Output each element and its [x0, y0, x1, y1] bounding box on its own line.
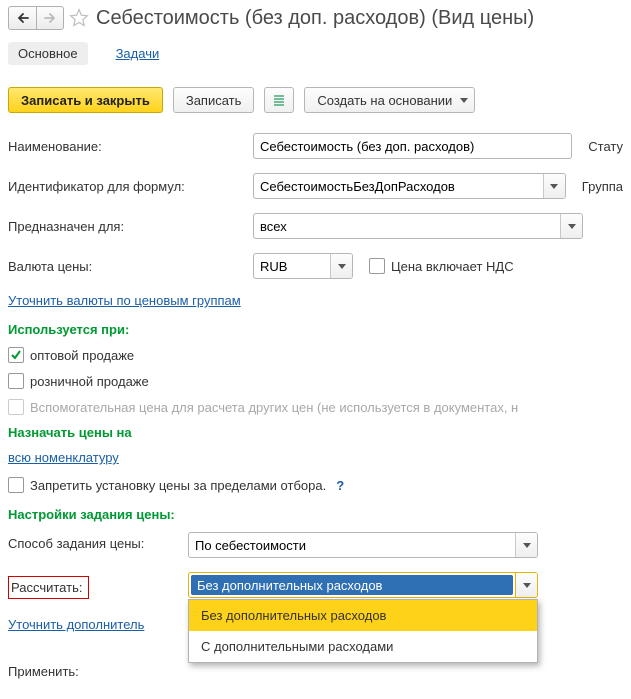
all-nomenclature-link[interactable]: всю номенклатуру	[8, 450, 119, 465]
calc-selected-value: Без дополнительных расходов	[191, 575, 513, 595]
nav-forward-button[interactable]	[36, 6, 64, 30]
used-when-header: Используется при:	[8, 322, 623, 337]
refine-additional-link-wrap: Уточнить дополнитель	[8, 613, 188, 632]
refine-additional-link[interactable]: Уточнить дополнитель	[8, 617, 144, 632]
create-based-label: Создать на основании	[317, 93, 452, 108]
method-dropdown[interactable]	[515, 533, 537, 557]
currency-label: Валюта цены:	[8, 259, 253, 274]
retail-label: розничной продаже	[30, 374, 149, 389]
for-label: Предназначен для:	[8, 219, 253, 234]
create-based-button[interactable]: Создать на основании	[304, 87, 475, 113]
currency-input[interactable]	[254, 254, 330, 278]
aux-label: Вспомогательная цена для расчета других …	[30, 400, 518, 415]
calc-dropdown-toggle[interactable]	[515, 573, 537, 597]
calc-label-highlighted: Рассчитать:	[8, 576, 89, 599]
method-input[interactable]	[189, 533, 515, 557]
formula-id-input[interactable]	[254, 174, 543, 198]
star-icon	[69, 8, 89, 28]
for-input[interactable]	[254, 214, 560, 238]
forbid-checkbox[interactable]	[8, 477, 24, 493]
chevron-down-icon	[460, 98, 468, 103]
help-icon[interactable]: ?	[336, 478, 344, 493]
wholesale-label: оптовой продаже	[30, 348, 134, 363]
vat-label: Цена включает НДС	[391, 259, 514, 274]
currency-dropdown[interactable]	[330, 254, 352, 278]
list-icon	[273, 94, 285, 106]
list-icon-button[interactable]	[264, 87, 294, 113]
chevron-down-icon	[523, 543, 531, 548]
wholesale-checkbox[interactable]	[8, 347, 24, 363]
name-label: Наименование:	[8, 139, 253, 154]
forbid-label: Запретить установку цены за пределами от…	[30, 478, 326, 493]
calc-dropdown-list: Без дополнительных расходов С дополнител…	[188, 599, 538, 663]
calc-label: Рассчитать:	[8, 572, 188, 599]
assign-header: Назначать цены на	[8, 425, 623, 440]
favorite-star-button[interactable]	[68, 7, 90, 29]
chevron-down-icon	[550, 184, 558, 189]
method-label: Способ задания цены:	[8, 532, 188, 551]
calc-option-with-extra[interactable]: С дополнительными расходами	[189, 631, 537, 662]
arrow-left-icon	[17, 13, 29, 23]
retail-checkbox[interactable]	[8, 373, 24, 389]
aux-checkbox	[8, 399, 24, 415]
formula-id-dropdown[interactable]	[543, 174, 565, 198]
nav-back-button[interactable]	[8, 6, 36, 30]
for-dropdown[interactable]	[560, 214, 582, 238]
tab-main[interactable]: Основное	[8, 42, 88, 65]
calc-select[interactable]: Без дополнительных расходов	[188, 572, 538, 598]
status-label: Стату	[588, 139, 623, 154]
chevron-down-icon	[568, 224, 576, 229]
vat-checkbox[interactable]	[369, 258, 385, 274]
formula-id-label: Идентификатор для формул:	[8, 179, 253, 194]
tab-tasks[interactable]: Задачи	[106, 42, 170, 65]
apply-label: Применить:	[8, 660, 188, 679]
name-input[interactable]	[254, 134, 571, 158]
chevron-down-icon	[523, 583, 531, 588]
refine-currencies-link[interactable]: Уточнить валюты по ценовым группам	[8, 293, 241, 308]
page-title: Себестоимость (без доп. расходов) (Вид ц…	[96, 7, 534, 30]
settings-header: Настройки задания цены:	[8, 507, 623, 522]
arrow-right-icon	[44, 13, 56, 23]
save-close-button[interactable]: Записать и закрыть	[8, 87, 163, 113]
chevron-down-icon	[338, 264, 346, 269]
save-button[interactable]: Записать	[173, 87, 255, 113]
calc-option-no-extra[interactable]: Без дополнительных расходов	[189, 600, 537, 631]
group-label: Группа	[582, 179, 623, 194]
